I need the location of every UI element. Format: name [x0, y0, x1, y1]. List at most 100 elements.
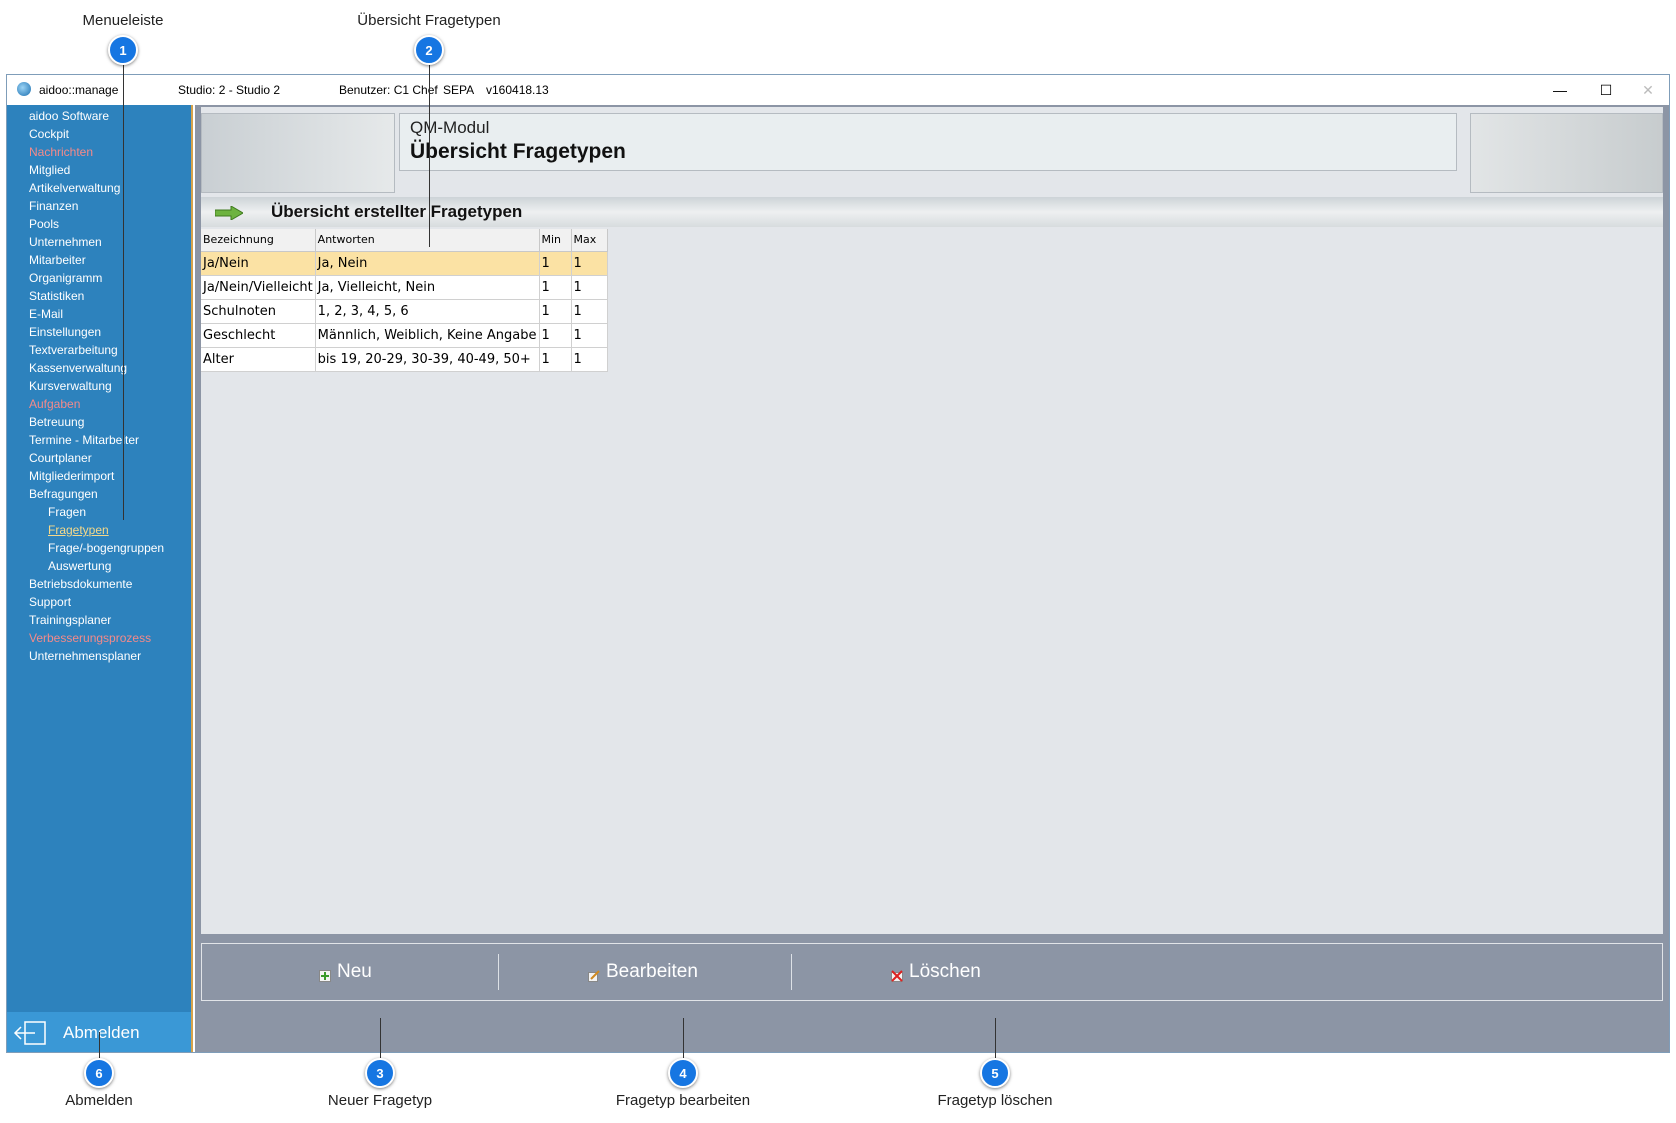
green-arrow-icon [214, 205, 244, 221]
table-header-row: Bezeichnung Antworten Min Max [201, 229, 608, 252]
cell-bezeichnung: Alter [201, 347, 316, 372]
edit-icon [588, 966, 600, 982]
sidebar-item-nachrichten[interactable]: Nachrichten [29, 143, 164, 161]
sepa-label: SEPA [443, 83, 475, 97]
cell-antworten: 1, 2, 3, 4, 5, 6 [315, 299, 540, 324]
sidebar-item-artikelverwaltung[interactable]: Artikelverwaltung [29, 179, 164, 197]
cell-bezeichnung: Schulnoten [201, 299, 316, 324]
sidebar-item-mitglied[interactable]: Mitglied [29, 161, 164, 179]
sidebar-item-aufgaben[interactable]: Aufgaben [29, 395, 164, 413]
sidebar-item-courtplaner[interactable]: Courtplaner [29, 449, 164, 467]
leader-line-1 [123, 65, 124, 520]
cell-antworten: Ja, Vielleicht, Nein [315, 275, 540, 300]
annotation-label-3: Neuer Fragetyp [327, 1092, 433, 1109]
column-header-antworten[interactable]: Antworten [315, 229, 540, 252]
sidebar-item-support[interactable]: Support [29, 593, 164, 611]
table-row[interactable]: Ja/Nein/Vielleicht Ja, Vielleicht, Nein … [201, 275, 608, 300]
table-row[interactable]: Schulnoten 1, 2, 3, 4, 5, 6 1 1 [201, 299, 608, 324]
cell-max: 1 [571, 347, 608, 372]
sidebar-item-aidoo-software[interactable]: aidoo Software [29, 107, 164, 125]
sidebar-subitem-bogengruppen[interactable]: Frage/-bogengruppen [29, 539, 164, 557]
cell-antworten: Männlich, Weiblich, Keine Angabe [315, 323, 540, 348]
logout-arrow-icon [13, 1020, 47, 1046]
header-right-panel [1470, 113, 1663, 193]
sidebar-item-trainingsplaner[interactable]: Trainingsplaner [29, 611, 164, 629]
module-name: QM-Modul [410, 118, 490, 137]
section-header: Übersicht erstellter Fragetypen [201, 197, 1663, 227]
annotation-label-5: Fragetyp löschen [937, 1092, 1053, 1109]
sidebar-item-betreuung[interactable]: Betreuung [29, 413, 164, 431]
column-header-max[interactable]: Max [571, 229, 608, 252]
sidebar-subitem-auswertung[interactable]: Auswertung [29, 557, 164, 575]
edit-button[interactable]: Bearbeiten [588, 944, 698, 1000]
minimize-button[interactable]: — [1537, 77, 1583, 103]
sidebar-item-termine-mitarbeiter[interactable]: Termine - Mitarbeiter [29, 431, 164, 449]
section-title: Übersicht erstellter Fragetypen [271, 202, 523, 221]
cell-max: 1 [571, 323, 608, 348]
cell-min: 1 [539, 323, 572, 348]
sidebar-item-organigramm[interactable]: Organigramm [29, 269, 164, 287]
leader-line-4 [683, 1018, 684, 1058]
toolbar-divider [791, 954, 792, 990]
maximize-button[interactable]: ☐ [1583, 77, 1629, 103]
cell-max: 1 [571, 275, 608, 300]
annotation-label-1: Menueleiste [82, 12, 164, 29]
plus-icon [319, 966, 331, 982]
sidebar-item-statistiken[interactable]: Statistiken [29, 287, 164, 305]
cell-max: 1 [571, 299, 608, 324]
delete-icon [891, 966, 903, 982]
leader-line-5 [995, 1018, 996, 1058]
annotation-label-6: Abmelden [65, 1092, 133, 1109]
cell-min: 1 [539, 299, 572, 324]
cell-min: 1 [539, 251, 572, 276]
edit-button-label: Bearbeiten [606, 961, 698, 982]
sidebar-item-finanzen[interactable]: Finanzen [29, 197, 164, 215]
version-label: v160418.13 [486, 83, 549, 97]
delete-button[interactable]: Löschen [891, 944, 981, 1000]
sidebar-item-cockpit[interactable]: Cockpit [29, 125, 164, 143]
table-row[interactable]: Ja/Nein Ja, Nein 1 1 [201, 251, 608, 276]
annotation-label-2: Übersicht Fragetypen [357, 12, 501, 29]
annotation-badge-4: 4 [668, 1058, 698, 1088]
annotation-badge-5: 5 [980, 1058, 1010, 1088]
sidebar-item-email[interactable]: E-Mail [29, 305, 164, 323]
sidebar-item-textverarbeitung[interactable]: Textverarbeitung [29, 341, 164, 359]
studio-label: Studio: 2 - Studio 2 [178, 83, 281, 97]
sidebar-subitem-fragen[interactable]: Fragen [29, 503, 164, 521]
sidebar-item-mitgliederimport[interactable]: Mitgliederimport [29, 467, 164, 485]
app-logo-icon [17, 82, 31, 96]
sidebar-item-unternehmensplaner[interactable]: Unternehmensplaner [29, 647, 164, 665]
sidebar-item-unternehmen[interactable]: Unternehmen [29, 233, 164, 251]
action-toolbar: Neu Bearbeiten Löschen [201, 943, 1663, 1001]
sidebar-item-einstellungen[interactable]: Einstellungen [29, 323, 164, 341]
column-header-bezeichnung[interactable]: Bezeichnung [201, 229, 316, 252]
fragetypen-table: Bezeichnung Antworten Min Max Ja/Nein Ja… [201, 229, 608, 372]
sidebar-item-befragungen[interactable]: Befragungen [29, 485, 164, 503]
delete-button-label: Löschen [909, 961, 981, 982]
cell-bezeichnung: Geschlecht [201, 323, 316, 348]
cell-bezeichnung: Ja/Nein/Vielleicht [201, 275, 316, 300]
column-header-min[interactable]: Min [539, 229, 572, 252]
close-button[interactable]: ✕ [1625, 77, 1669, 103]
new-button[interactable]: Neu [319, 944, 372, 1000]
leader-line-3 [380, 1018, 381, 1058]
menu-list: aidoo Software Cockpit Nachrichten Mitgl… [29, 107, 164, 665]
sidebar-item-betriebsdokumente[interactable]: Betriebsdokumente [29, 575, 164, 593]
sidebar-subitem-fragetypen[interactable]: Fragetypen [29, 521, 164, 539]
header-title-panel: QM-Modul Übersicht Fragetypen [399, 113, 1457, 171]
sidebar-item-pools[interactable]: Pools [29, 215, 164, 233]
cell-max: 1 [571, 251, 608, 276]
annotation-badge-1: 1 [108, 35, 138, 65]
table-row[interactable]: Geschlecht Männlich, Weiblich, Keine Ang… [201, 323, 608, 348]
table-row[interactable]: Alter bis 19, 20-29, 30-39, 40-49, 50+ 1… [201, 347, 608, 372]
app-name: aidoo::manage [39, 83, 119, 97]
leader-line-2 [429, 65, 430, 247]
sidebar-item-kursverwaltung[interactable]: Kursverwaltung [29, 377, 164, 395]
sidebar-item-verbesserungsprozess[interactable]: Verbesserungsprozess [29, 629, 164, 647]
title-bar: aidoo::manage Studio: 2 - Studio 2 Benut… [7, 75, 1669, 105]
cell-antworten: bis 19, 20-29, 30-39, 40-49, 50+ [315, 347, 540, 372]
leader-line-6 [99, 1032, 100, 1058]
content-panel: QM-Modul Übersicht Fragetypen Übersicht … [201, 107, 1663, 934]
sidebar-item-kassenverwaltung[interactable]: Kassenverwaltung [29, 359, 164, 377]
sidebar-item-mitarbeiter[interactable]: Mitarbeiter [29, 251, 164, 269]
